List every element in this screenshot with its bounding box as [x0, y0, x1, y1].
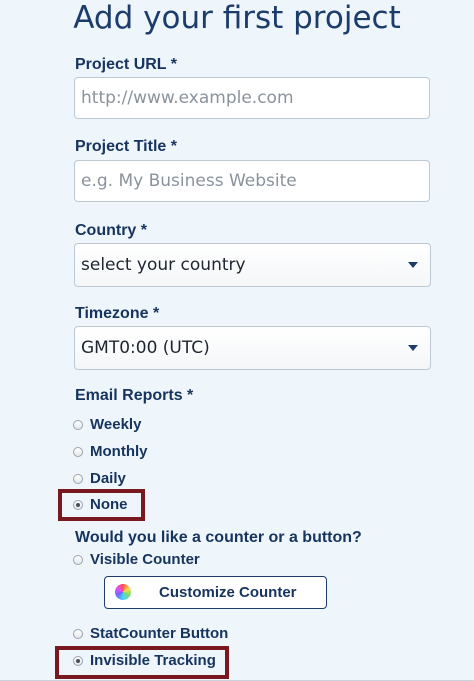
- customize-counter-label: Customize Counter: [159, 584, 297, 601]
- project-title-input[interactable]: e.g. My Business Website: [74, 160, 430, 202]
- radio-button[interactable]: [73, 420, 83, 430]
- radio-label: Invisible Tracking: [90, 652, 216, 669]
- chevron-down-icon: [408, 345, 418, 351]
- timezone-selected-value: GMT0:00 (UTC): [81, 338, 210, 358]
- country-label: Country *: [75, 222, 147, 239]
- radio-button[interactable]: [73, 629, 83, 639]
- radio-button[interactable]: [73, 656, 83, 666]
- radio-button[interactable]: [73, 500, 83, 510]
- project-url-label: Project URL *: [75, 56, 177, 73]
- project-title-placeholder: e.g. My Business Website: [81, 171, 297, 191]
- radio-label: Monthly: [90, 443, 148, 460]
- radio-label: None: [90, 496, 128, 513]
- radio-label: StatCounter Button: [90, 625, 229, 642]
- timezone-select[interactable]: GMT0:00 (UTC): [74, 326, 431, 370]
- project-title-label: Project Title *: [75, 138, 177, 155]
- country-selected-value: select your country: [81, 255, 246, 275]
- country-select[interactable]: select your country: [74, 243, 431, 287]
- radio-label: Weekly: [90, 416, 142, 433]
- radio-button[interactable]: [73, 555, 83, 565]
- project-url-input[interactable]: http://www.example.com: [74, 77, 430, 119]
- timezone-label: Timezone *: [75, 305, 160, 322]
- email-reports-label: Email Reports *: [75, 387, 194, 404]
- color-wheel-icon: [115, 584, 131, 600]
- chevron-down-icon: [408, 262, 418, 268]
- project-url-placeholder: http://www.example.com: [81, 88, 294, 108]
- radio-label: Visible Counter: [90, 551, 200, 568]
- page-title: Add your first project: [73, 0, 401, 36]
- radio-button[interactable]: [73, 474, 83, 484]
- radio-label: Daily: [90, 470, 126, 487]
- radio-button[interactable]: [73, 447, 83, 457]
- counter-question-label: Would you like a counter or a button?: [75, 529, 362, 546]
- customize-counter-button[interactable]: Customize Counter: [104, 576, 327, 609]
